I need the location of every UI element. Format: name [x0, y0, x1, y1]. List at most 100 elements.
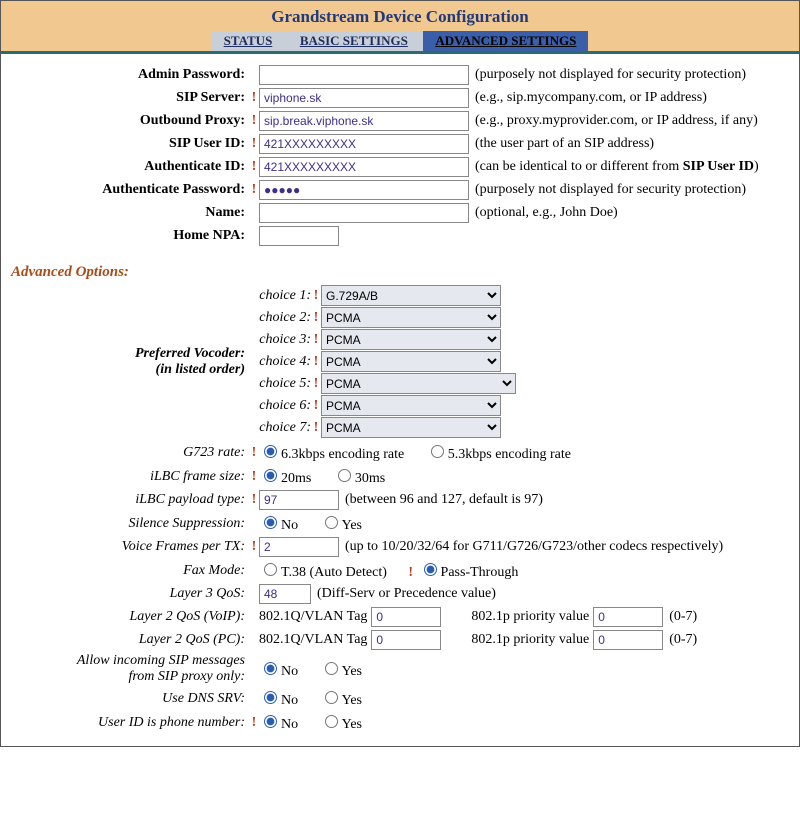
- marker-icon: !: [408, 565, 413, 580]
- fax-t38-option[interactable]: T.38 (Auto Detect): [259, 565, 387, 580]
- priority-value-label: 802.1p priority value: [471, 609, 589, 625]
- marker-icon: !: [251, 715, 257, 731]
- outbound-proxy-field[interactable]: [259, 111, 469, 131]
- sip-server-hint: (e.g., sip.mycompany.com, or IP address): [475, 90, 707, 106]
- priority-value-label: 802.1p priority value: [471, 632, 589, 648]
- l2-voip-tag-field[interactable]: [371, 607, 441, 627]
- outbound-proxy-hint: (e.g., proxy.myprovider.com, or IP addre…: [475, 113, 758, 129]
- tab-status[interactable]: STATUS: [212, 31, 285, 51]
- choice-6-select[interactable]: PCMA: [321, 395, 501, 416]
- marker-icon: !: [251, 90, 257, 106]
- marker-icon: !: [251, 492, 257, 508]
- ilbc-30ms-option[interactable]: 30ms: [333, 471, 385, 486]
- ilbc-payload-label: iLBC payload type:: [7, 492, 251, 508]
- ilbc-payload-hint: (between 96 and 127, default is 97): [345, 492, 543, 508]
- fax-passthrough-option[interactable]: Pass-Through: [419, 565, 519, 580]
- marker-icon: !: [251, 136, 257, 152]
- g723-63-option[interactable]: 6.3kbps encoding rate: [259, 447, 404, 462]
- marker-icon: !: [313, 288, 319, 304]
- sip-user-id-label: SIP User ID:: [7, 136, 251, 152]
- silence-no-option[interactable]: No: [259, 518, 298, 533]
- sip-user-id-hint: (the user part of an SIP address): [475, 136, 654, 152]
- allow-incoming-sip-label: Allow incoming SIP messages from SIP pro…: [7, 653, 251, 685]
- outbound-proxy-label: Outbound Proxy:: [7, 113, 251, 129]
- marker-icon: !: [251, 113, 257, 129]
- choice-5-label: choice 5:: [251, 376, 311, 392]
- choice-1-select[interactable]: G.729A/B: [321, 285, 501, 306]
- authenticate-password-hint: (purposely not displayed for security pr…: [475, 182, 746, 198]
- admin-password-label: Admin Password:: [7, 67, 251, 83]
- choice-5-select[interactable]: PCMA: [321, 373, 516, 394]
- marker-icon: !: [251, 159, 257, 175]
- range-hint: (0-7): [669, 609, 697, 625]
- voice-frames-hint: (up to 10/20/32/64 for G711/G726/G723/ot…: [345, 539, 723, 555]
- authenticate-id-hint: (can be identical to or different from S…: [475, 159, 759, 175]
- marker-icon: !: [251, 182, 257, 198]
- silence-suppression-label: Silence Suppression:: [7, 516, 251, 532]
- tab-basic-settings[interactable]: BASIC SETTINGS: [288, 31, 420, 51]
- ilbc-20ms-option[interactable]: 20ms: [259, 471, 311, 486]
- choice-7-label: choice 7:: [251, 420, 311, 436]
- admin-password-field[interactable]: [259, 65, 469, 85]
- device-config-frame: Grandstream Device Configuration STATUS …: [0, 0, 800, 747]
- l2-voip-pri-field[interactable]: [593, 607, 663, 627]
- marker-icon: !: [251, 539, 257, 555]
- choice-4-label: choice 4:: [251, 354, 311, 370]
- choice-2-select[interactable]: PCMA: [321, 307, 501, 328]
- layer2-voip-label: Layer 2 QoS (VoIP):: [7, 609, 251, 625]
- voice-frames-label: Voice Frames per TX:: [7, 539, 251, 555]
- voice-frames-field[interactable]: [259, 537, 339, 557]
- layer2-pc-label: Layer 2 QoS (PC):: [7, 632, 251, 648]
- admin-password-hint: (purposely not displayed for security pr…: [475, 67, 746, 83]
- layer3-qos-field[interactable]: [259, 584, 311, 604]
- sip-user-id-field[interactable]: [259, 134, 469, 154]
- allow-sip-yes-option[interactable]: Yes: [320, 664, 362, 679]
- silence-yes-option[interactable]: Yes: [320, 518, 362, 533]
- choice-3-select[interactable]: PCMA: [321, 329, 501, 350]
- nav-bar: STATUS BASIC SETTINGS ADVANCED SETTINGS: [1, 31, 799, 51]
- userid-phone-no-option[interactable]: No: [259, 717, 298, 732]
- l2-pc-tag-field[interactable]: [371, 630, 441, 650]
- name-field[interactable]: [259, 203, 469, 223]
- marker-icon: !: [313, 310, 319, 326]
- layer3-qos-label: Layer 3 QoS:: [7, 586, 251, 602]
- layer3-qos-hint: (Diff-Serv or Precedence value): [317, 586, 496, 602]
- use-dns-srv-label: Use DNS SRV:: [7, 691, 251, 707]
- tab-advanced-settings[interactable]: ADVANCED SETTINGS: [423, 31, 588, 51]
- dns-srv-no-option[interactable]: No: [259, 693, 298, 708]
- name-label: Name:: [7, 205, 251, 221]
- marker-icon: !: [313, 376, 319, 392]
- home-npa-field[interactable]: [259, 226, 339, 246]
- allow-sip-no-option[interactable]: No: [259, 664, 298, 679]
- g723-rate-label: G723 rate:: [7, 445, 251, 461]
- preferred-vocoder-label: Preferred Vocoder: (in listed order): [7, 346, 251, 378]
- vlan-tag-label: 802.1Q/VLAN Tag: [259, 632, 367, 648]
- ilbc-frame-label: iLBC frame size:: [7, 469, 251, 485]
- authenticate-password-field[interactable]: [259, 180, 469, 200]
- marker-icon: !: [313, 332, 319, 348]
- authenticate-id-label: Authenticate ID:: [7, 159, 251, 175]
- g723-53-option[interactable]: 5.3kbps encoding rate: [426, 447, 571, 462]
- authenticate-password-label: Authenticate Password:: [7, 182, 251, 198]
- name-hint: (optional, e.g., John Doe): [475, 205, 618, 221]
- choice-2-label: choice 2:: [251, 310, 311, 326]
- choice-4-select[interactable]: PCMA: [321, 351, 501, 372]
- user-id-phone-label: User ID is phone number:: [7, 715, 251, 731]
- range-hint: (0-7): [669, 632, 697, 648]
- choice-1-label: choice 1:: [251, 288, 311, 304]
- dns-srv-yes-option[interactable]: Yes: [320, 693, 362, 708]
- ilbc-payload-field[interactable]: [259, 490, 339, 510]
- vlan-tag-label: 802.1Q/VLAN Tag: [259, 609, 367, 625]
- sip-server-field[interactable]: [259, 88, 469, 108]
- content-area: Admin Password: ! (purposely not display…: [1, 54, 799, 746]
- authenticate-id-field[interactable]: [259, 157, 469, 177]
- marker-icon: !: [251, 469, 257, 485]
- marker-icon: !: [313, 398, 319, 414]
- advanced-options-heading: Advanced Options:: [11, 264, 793, 281]
- l2-pc-pri-field[interactable]: [593, 630, 663, 650]
- userid-phone-yes-option[interactable]: Yes: [320, 717, 362, 732]
- choice-7-select[interactable]: PCMA: [321, 417, 501, 438]
- choice-6-label: choice 6:: [251, 398, 311, 414]
- marker-icon: !: [251, 445, 257, 461]
- home-npa-label: Home NPA:: [7, 228, 251, 244]
